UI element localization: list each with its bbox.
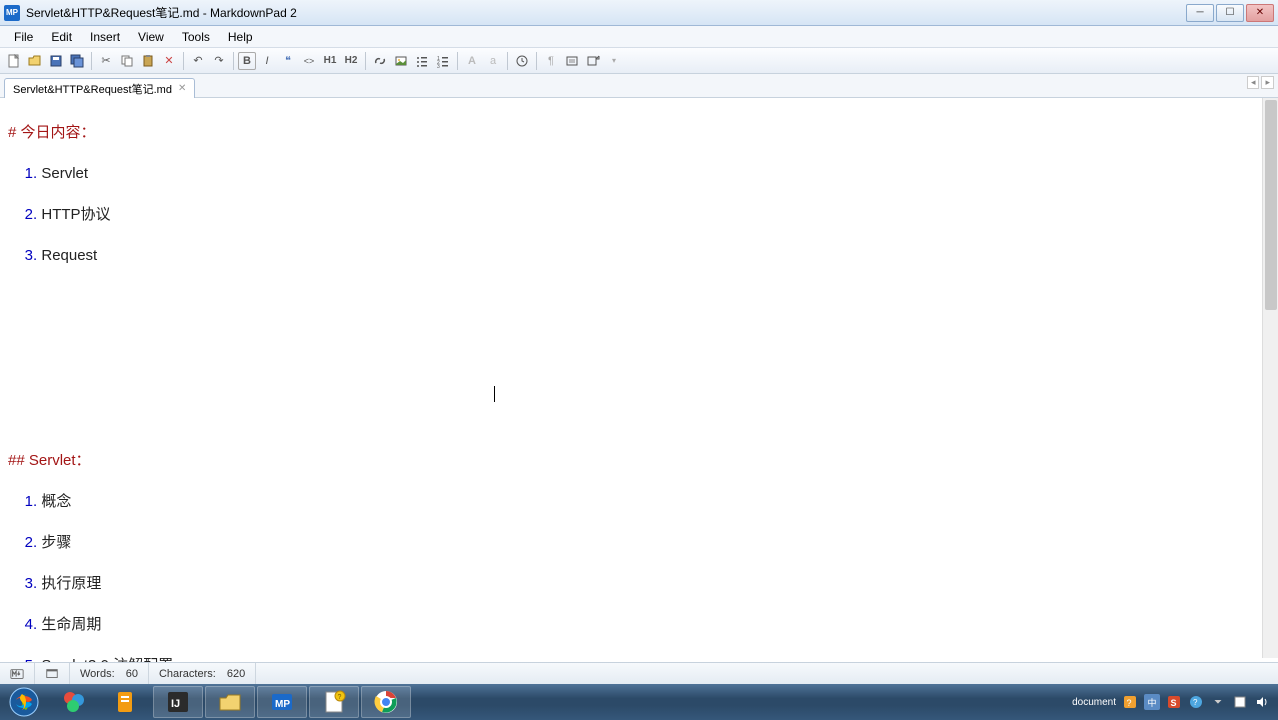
- tray-volume-icon[interactable]: [1254, 694, 1270, 710]
- start-button[interactable]: [2, 685, 46, 719]
- menu-help[interactable]: Help: [220, 28, 261, 46]
- tab-bar: Servlet&HTTP&Request笔记.md ✕ ◂ ▸: [0, 74, 1278, 98]
- menu-file[interactable]: File: [6, 28, 41, 46]
- toolbar-separator: [507, 52, 508, 70]
- paragraph-icon[interactable]: ¶: [541, 51, 561, 71]
- menu-edit[interactable]: Edit: [43, 28, 80, 46]
- h1-button[interactable]: H1: [320, 51, 340, 71]
- save-all-icon[interactable]: [67, 51, 87, 71]
- editor-area[interactable]: # 今日内容： 1. Servlet 2. HTTP协议 3. Request …: [0, 98, 1278, 663]
- copy-icon[interactable]: [117, 51, 137, 71]
- window-title: Servlet&HTTP&Request笔记.md - MarkdownPad …: [26, 4, 1186, 21]
- toolbar: ✂ ✕ ↶ ↷ B I ❝ <> H1 H2 123 A a ¶ ▾: [0, 48, 1278, 74]
- new-document-icon[interactable]: [4, 51, 24, 71]
- toolbar-separator: [365, 52, 366, 70]
- lowercase-button[interactable]: a: [483, 51, 503, 71]
- uppercase-button[interactable]: A: [462, 51, 482, 71]
- status-words: Words: 60: [70, 663, 149, 684]
- cut-icon[interactable]: ✂: [96, 51, 116, 71]
- close-button[interactable]: ✕: [1246, 4, 1274, 22]
- redo-icon[interactable]: ↷: [209, 51, 229, 71]
- delete-icon[interactable]: ✕: [159, 51, 179, 71]
- h2-button[interactable]: H2: [341, 51, 361, 71]
- image-icon[interactable]: [391, 51, 411, 71]
- bold-button[interactable]: B: [238, 52, 256, 70]
- svg-text:IJ: IJ: [171, 698, 180, 710]
- window-titlebar: MP Servlet&HTTP&Request笔记.md - MarkdownP…: [0, 0, 1278, 26]
- vertical-scrollbar[interactable]: [1262, 98, 1278, 658]
- tab-prev-icon[interactable]: ◂: [1247, 76, 1260, 89]
- tray-sogou-icon[interactable]: S: [1166, 694, 1182, 710]
- bullet-list-icon[interactable]: [412, 51, 432, 71]
- link-icon[interactable]: [370, 51, 390, 71]
- menu-insert[interactable]: Insert: [82, 28, 128, 46]
- menu-tools[interactable]: Tools: [174, 28, 218, 46]
- tray-ime-label[interactable]: document: [1072, 697, 1116, 708]
- numbered-list-icon[interactable]: 123: [433, 51, 453, 71]
- tab-next-icon[interactable]: ▸: [1261, 76, 1274, 89]
- toolbar-separator: [233, 52, 234, 70]
- toolbar-separator: [536, 52, 537, 70]
- preview-icon[interactable]: [562, 51, 582, 71]
- svg-text:MP: MP: [275, 699, 290, 710]
- tray-flag-icon[interactable]: [1232, 694, 1248, 710]
- svg-text:?: ?: [1193, 698, 1198, 707]
- app-icon: MP: [4, 5, 20, 21]
- taskbar-explorer[interactable]: [205, 686, 255, 718]
- timestamp-icon[interactable]: [512, 51, 532, 71]
- minimize-button[interactable]: ─: [1186, 4, 1214, 22]
- text-cursor: [494, 386, 495, 402]
- maximize-button[interactable]: ☐: [1216, 4, 1244, 22]
- taskbar-markdownpad[interactable]: MP: [257, 686, 307, 718]
- undo-icon[interactable]: ↶: [188, 51, 208, 71]
- taskbar-intellij[interactable]: IJ: [153, 686, 203, 718]
- scrollbar-thumb[interactable]: [1265, 100, 1277, 310]
- taskbar-app-1[interactable]: [49, 686, 99, 718]
- taskbar-app-2[interactable]: [101, 686, 151, 718]
- tab-close-icon[interactable]: ✕: [178, 83, 186, 94]
- tray-icon-3[interactable]: ?: [1188, 694, 1204, 710]
- status-preview-icon: [35, 663, 70, 684]
- save-icon[interactable]: [46, 51, 66, 71]
- svg-text:S: S: [1171, 698, 1177, 708]
- tab-document[interactable]: Servlet&HTTP&Request笔记.md ✕: [4, 78, 195, 98]
- status-markdown-icon: [0, 663, 35, 684]
- taskbar-app-5[interactable]: ?: [309, 686, 359, 718]
- code-button[interactable]: <>: [299, 51, 319, 71]
- status-bar: Words: 60 Characters: 620: [0, 662, 1278, 684]
- menu-view[interactable]: View: [130, 28, 172, 46]
- paste-icon[interactable]: [138, 51, 158, 71]
- toolbar-separator: [91, 52, 92, 70]
- taskbar-chrome[interactable]: [361, 686, 411, 718]
- svg-text:3: 3: [437, 64, 440, 68]
- svg-text:?: ?: [1127, 698, 1132, 708]
- open-folder-icon[interactable]: [25, 51, 45, 71]
- tray-ime-cn[interactable]: 中: [1144, 694, 1160, 710]
- tab-label: Servlet&HTTP&Request笔记.md: [13, 81, 172, 97]
- svg-text:?: ?: [338, 694, 342, 701]
- toolbar-separator: [183, 52, 184, 70]
- windows-taskbar: IJ MP ? document ? 中 S ? ⏷: [0, 684, 1278, 720]
- toolbar-separator: [457, 52, 458, 70]
- italic-button[interactable]: I: [257, 51, 277, 71]
- system-tray: document ? 中 S ? ⏷: [1066, 694, 1276, 710]
- menu-bar: File Edit Insert View Tools Help: [0, 26, 1278, 48]
- tray-icon-1[interactable]: ?: [1122, 694, 1138, 710]
- dropdown-icon[interactable]: ▾: [604, 51, 624, 71]
- tray-icon-4[interactable]: ⏷: [1210, 694, 1226, 710]
- status-characters: Characters: 620: [149, 663, 256, 684]
- export-icon[interactable]: [583, 51, 603, 71]
- quote-button[interactable]: ❝: [278, 51, 298, 71]
